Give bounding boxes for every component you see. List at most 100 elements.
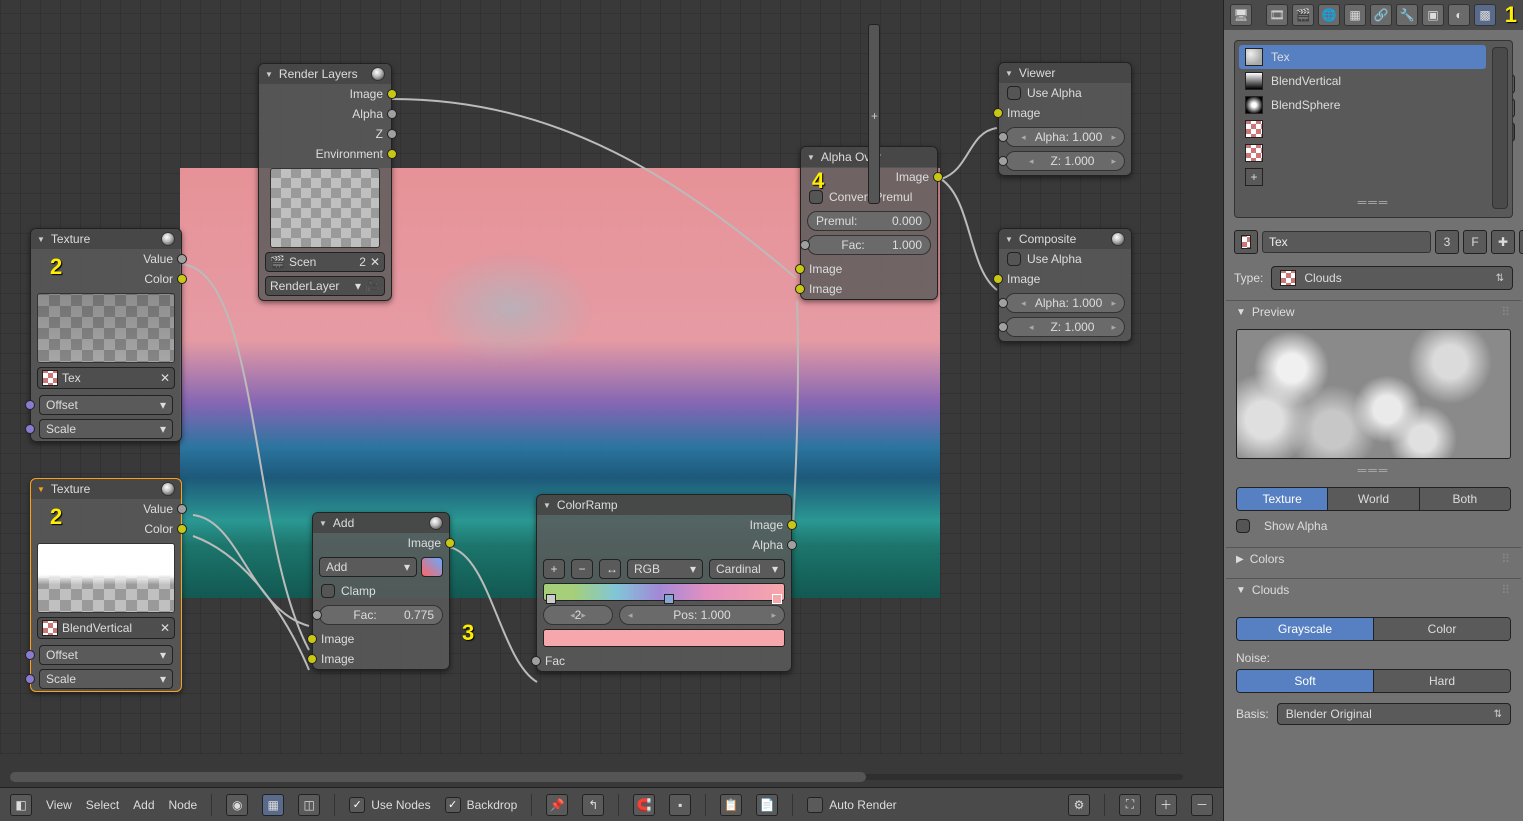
tree-type-shader[interactable]: ◉: [226, 794, 248, 816]
texture-slot-list[interactable]: Tex BlendVertical BlendSphere + ═══: [1234, 40, 1513, 218]
unlink-icon[interactable]: ✕: [160, 621, 170, 635]
context-render-icon[interactable]: 🖥: [1230, 4, 1252, 26]
input-socket-offset[interactable]: [25, 400, 35, 410]
texture-datablock[interactable]: Tex ✕: [37, 367, 175, 389]
use-alpha-checkbox[interactable]: [1007, 252, 1021, 266]
node-viewer[interactable]: ▼ Viewer Use Alpha Image ◂Alpha: 1.000▸ …: [998, 62, 1132, 176]
input-socket-image[interactable]: [993, 274, 1003, 284]
menu-add[interactable]: Add: [133, 798, 154, 812]
performance-icon[interactable]: ⚙: [1068, 794, 1090, 816]
node-header[interactable]: ▼ Add: [313, 513, 449, 533]
node-header[interactable]: ▼ ColorRamp: [537, 495, 791, 515]
paste-nodes-icon[interactable]: 📄: [756, 794, 778, 816]
collapse-icon[interactable]: ▼: [37, 485, 45, 494]
fac-slider[interactable]: Fac: 0.775: [319, 605, 443, 625]
section-header-clouds[interactable]: ▼Clouds⠿: [1226, 578, 1521, 601]
snap-type[interactable]: ▪: [669, 794, 691, 816]
node-color-ramp[interactable]: ▼ ColorRamp Image Alpha + − ↔ RGB▾ Cardi…: [536, 494, 792, 672]
input-socket-fac[interactable]: [312, 610, 322, 620]
output-socket-image[interactable]: [445, 538, 455, 548]
show-alpha-checkbox[interactable]: [1236, 519, 1250, 533]
ramp-index[interactable]: ◂2▸: [543, 605, 613, 625]
ramp-stop-1[interactable]: [664, 594, 674, 604]
pin-icon[interactable]: 📌: [546, 794, 568, 816]
editor-type-selector[interactable]: ◧: [10, 794, 32, 816]
render-layer-selector[interactable]: RenderLayer ▾ 🎥: [265, 276, 385, 296]
output-socket-alpha[interactable]: [787, 540, 797, 550]
region-resize-handle[interactable]: [868, 24, 880, 204]
context-render-layers-icon[interactable]: 🎞: [1266, 4, 1288, 26]
texture-slot-item-0[interactable]: Tex: [1239, 45, 1486, 69]
noise-basis-dropdown[interactable]: Blender Original ⇅: [1277, 703, 1511, 725]
auto-render-toggle[interactable]: Auto Render: [807, 797, 896, 813]
z-input[interactable]: ◂Z: 1.000▸: [1005, 317, 1125, 337]
output-socket-value[interactable]: [177, 254, 187, 264]
use-nodes-toggle[interactable]: Use Nodes: [349, 797, 430, 813]
section-header-preview[interactable]: ▼Preview⠿: [1226, 300, 1521, 323]
new-texture-button[interactable]: ✚: [1491, 230, 1515, 254]
input-socket-image1[interactable]: [307, 634, 317, 644]
texture-slot-item-3[interactable]: [1239, 117, 1486, 141]
input-socket-fac[interactable]: [531, 656, 541, 666]
input-socket-z[interactable]: [998, 156, 1008, 166]
list-resize-grip[interactable]: ═══: [1239, 195, 1508, 209]
context-data-icon[interactable]: ▣: [1422, 4, 1444, 26]
preview-tab-world[interactable]: World: [1327, 488, 1418, 510]
collapse-icon[interactable]: ▼: [807, 153, 815, 162]
texture-slot-item-5[interactable]: +: [1239, 165, 1486, 189]
input-socket-scale[interactable]: [25, 424, 35, 434]
output-socket-image[interactable]: [933, 172, 943, 182]
clouds-tone-color[interactable]: Color: [1373, 618, 1510, 640]
clouds-tone-grayscale[interactable]: Grayscale: [1237, 618, 1373, 640]
ramp-remove-stop[interactable]: −: [571, 559, 593, 579]
bg-zoom-in-icon[interactable]: ＋: [1155, 794, 1177, 816]
collapse-icon[interactable]: ▼: [37, 235, 45, 244]
texture-datablock[interactable]: BlendVertical ✕: [37, 617, 175, 639]
color-ramp-gradient[interactable]: [543, 583, 785, 601]
users-count[interactable]: 3: [1435, 230, 1459, 254]
blend-mode-dropdown[interactable]: Add▾: [319, 557, 417, 577]
texture-slot-item-2[interactable]: BlendSphere: [1239, 93, 1486, 117]
output-socket-image[interactable]: [387, 89, 397, 99]
input-socket-alpha[interactable]: [998, 298, 1008, 308]
output-socket-z[interactable]: [387, 129, 397, 139]
premul-slider[interactable]: Premul:0.000: [807, 211, 931, 231]
horizontal-scrollbar[interactable]: [0, 767, 1223, 787]
render-scene-icon[interactable]: 🎥: [365, 279, 380, 293]
menu-node[interactable]: Node: [169, 798, 198, 812]
node-header[interactable]: ▼ Render Layers: [259, 64, 391, 84]
context-object-icon[interactable]: ▦: [1344, 4, 1366, 26]
preview-tab-both[interactable]: Both: [1419, 488, 1510, 510]
texture-name-field[interactable]: [1262, 231, 1431, 253]
node-header[interactable]: ▼ Composite: [999, 229, 1131, 249]
snap-toggle[interactable]: 🧲: [633, 794, 655, 816]
ramp-add-stop[interactable]: +: [543, 559, 565, 579]
context-scene-icon[interactable]: 🎬: [1292, 4, 1314, 26]
input-socket-scale[interactable]: [25, 674, 35, 684]
unlink-icon[interactable]: ✕: [160, 371, 170, 385]
noise-hard[interactable]: Hard: [1373, 670, 1510, 692]
noise-soft[interactable]: Soft: [1237, 670, 1373, 692]
texture-type-dropdown[interactable]: Clouds ⇅: [1271, 266, 1513, 290]
collapse-icon[interactable]: ▼: [543, 501, 551, 510]
alpha-input[interactable]: ◂Alpha: 1.000▸: [1005, 293, 1125, 313]
collapse-icon[interactable]: ▼: [319, 519, 327, 528]
context-texture-icon[interactable]: ▩: [1474, 4, 1496, 26]
input-socket-alpha[interactable]: [998, 132, 1008, 142]
texture-slot-item-4[interactable]: [1239, 141, 1486, 165]
collapse-icon[interactable]: ▼: [265, 70, 273, 79]
output-socket-alpha[interactable]: [387, 109, 397, 119]
context-constraints-icon[interactable]: 🔗: [1370, 4, 1392, 26]
node-header[interactable]: ▼ Viewer: [999, 63, 1131, 83]
copy-nodes-icon[interactable]: 📋: [720, 794, 742, 816]
output-socket-value[interactable]: [177, 504, 187, 514]
collapse-icon[interactable]: ▼: [1005, 235, 1013, 244]
node-header[interactable]: ▼ Texture: [31, 229, 181, 249]
fake-user-button[interactable]: F: [1463, 230, 1487, 254]
clamp-checkbox[interactable]: [321, 584, 335, 598]
output-socket-color[interactable]: [177, 274, 187, 284]
section-header-colors[interactable]: ▶Colors⠿: [1226, 547, 1521, 570]
bg-fit-icon[interactable]: ⛶: [1119, 794, 1141, 816]
grip-icon[interactable]: ⠿: [1501, 305, 1511, 319]
menu-select[interactable]: Select: [86, 798, 119, 812]
